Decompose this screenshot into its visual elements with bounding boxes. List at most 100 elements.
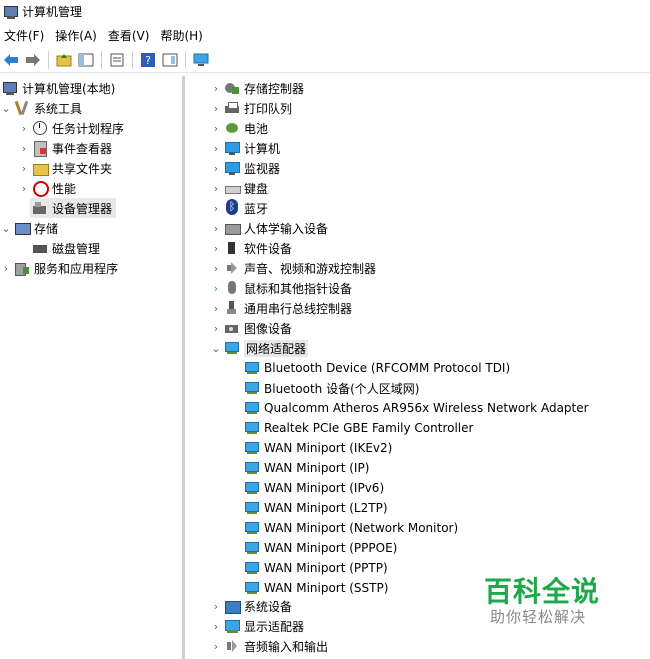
chevron-right-icon[interactable]: › [0, 258, 12, 278]
device-category[interactable]: › 存储控制器 [210, 78, 304, 98]
chevron-right-icon[interactable]: › [210, 78, 222, 98]
network-adapter-item[interactable]: WAN Miniport (Network Monitor) [242, 518, 458, 538]
device-category[interactable]: › 系统设备 [210, 596, 292, 616]
network-adapter-item[interactable]: WAN Miniport (PPPOE) [242, 538, 397, 558]
chevron-right-icon[interactable]: › [18, 158, 30, 178]
chevron-right-icon[interactable]: › [18, 138, 30, 158]
disk-icon [32, 240, 48, 256]
chevron-right-icon[interactable]: › [210, 238, 222, 258]
device-category[interactable]: ›蓝牙 [210, 198, 268, 218]
menu-view[interactable]: 查看(V) [104, 27, 157, 44]
up-folder-icon[interactable] [55, 51, 73, 69]
software-device-icon [224, 240, 240, 256]
network-adapter-item[interactable]: WAN Miniport (IP) [242, 458, 369, 478]
tree-item-event-viewer[interactable]: › 事件查看器 [18, 138, 112, 158]
device-category[interactable]: › 软件设备 [210, 238, 292, 258]
tree-item-storage[interactable]: ⌄ 存储 [0, 218, 58, 238]
network-adapter-item[interactable]: Qualcomm Atheros AR956x Wireless Network… [242, 398, 589, 418]
storage-controller-icon [224, 80, 240, 96]
view-icon[interactable] [161, 51, 179, 69]
title-bar: 计算机管理 [0, 0, 650, 22]
back-arrow-icon[interactable] [2, 51, 20, 69]
network-adapter-item[interactable]: WAN Miniport (IKEv2) [242, 438, 392, 458]
device-category[interactable]: › 电池 [210, 118, 268, 138]
network-adapter-icon [244, 560, 260, 576]
device-category[interactable]: › 打印队列 [210, 98, 292, 118]
menu-help[interactable]: 帮助(H) [156, 27, 209, 44]
tree-item-task-scheduler[interactable]: › 任务计划程序 [18, 118, 124, 138]
tree-item-device-manager[interactable]: 设备管理器 [30, 198, 117, 218]
menu-action[interactable]: 操作(A) [51, 27, 104, 44]
chevron-right-icon[interactable]: › [210, 178, 222, 198]
chevron-right-icon[interactable]: › [210, 138, 222, 158]
chevron-right-icon[interactable]: › [210, 98, 222, 118]
network-adapter-item[interactable]: WAN Miniport (PPTP) [242, 558, 388, 578]
tree-item-performance[interactable]: › 性能 [18, 178, 76, 198]
menu-bar: 文件(F) 操作(A) 查看(V) 帮助(H) [0, 24, 650, 46]
chevron-right-icon[interactable]: › [210, 616, 222, 636]
properties-icon[interactable] [108, 51, 126, 69]
watermark-subtitle: 助你轻松解决 [490, 608, 587, 626]
device-category[interactable]: › 计算机 [210, 138, 280, 158]
network-adapter-item[interactable]: WAN Miniport (IPv6) [242, 478, 384, 498]
chevron-down-icon[interactable]: ⌄ [210, 338, 222, 358]
performance-icon [32, 180, 49, 197]
chevron-right-icon[interactable]: › [210, 158, 222, 178]
network-adapter-item[interactable]: Bluetooth 设备(个人区域网) [242, 378, 419, 398]
chevron-right-icon[interactable]: › [210, 636, 222, 656]
chevron-right-icon[interactable]: › [210, 118, 222, 138]
tree-item-shared-folders[interactable]: › 共享文件夹 [18, 158, 112, 178]
bluetooth-icon [224, 199, 240, 216]
mouse-icon [224, 280, 240, 296]
chevron-right-icon[interactable]: › [210, 258, 222, 278]
window-title: 计算机管理 [22, 4, 83, 19]
tree-item-system-tools[interactable]: ⌄ 系统工具 [0, 98, 82, 118]
device-category[interactable]: › 音频输入和输出 [210, 636, 328, 656]
network-adapter-item[interactable]: Bluetooth Device (RFCOMM Protocol TDI) [242, 358, 510, 378]
keyboard-icon [224, 180, 241, 196]
chevron-down-icon[interactable]: ⌄ [0, 218, 12, 238]
tree-item-computer-management[interactable]: 计算机管理(本地) [0, 78, 115, 98]
toolbar: ? [0, 48, 650, 73]
network-adapter-item[interactable]: WAN Miniport (SSTP) [242, 578, 388, 598]
device-category[interactable]: › 人体学输入设备 [210, 218, 328, 238]
forward-arrow-icon[interactable] [24, 51, 42, 69]
monitor-icon[interactable] [192, 51, 210, 69]
chevron-down-icon[interactable]: ⌄ [0, 98, 12, 118]
watermark-title: 百科全说 [484, 575, 601, 608]
device-category[interactable]: › 显示适配器 [210, 616, 304, 636]
toolbar-separator [48, 51, 49, 69]
chevron-right-icon[interactable]: › [18, 178, 30, 198]
pane-splitter[interactable] [182, 76, 185, 659]
tree-item-disk-management[interactable]: 磁盘管理 [30, 238, 100, 258]
system-device-icon [224, 598, 241, 614]
chevron-right-icon[interactable]: › [210, 278, 222, 298]
network-adapter-icon [244, 580, 260, 596]
chevron-right-icon[interactable]: › [210, 198, 222, 218]
show-tree-icon[interactable] [77, 51, 95, 69]
device-category[interactable]: › 监视器 [210, 158, 280, 178]
computer-icon [224, 140, 240, 156]
audio-io-icon [224, 638, 240, 654]
help-icon[interactable]: ? [139, 51, 157, 69]
chevron-right-icon[interactable]: › [210, 596, 222, 616]
device-category[interactable]: › 鼠标和其他指针设备 [210, 278, 352, 298]
chevron-right-icon[interactable]: › [210, 298, 222, 318]
device-category[interactable]: › 图像设备 [210, 318, 292, 338]
network-adapter-icon [244, 420, 260, 436]
chevron-right-icon[interactable]: › [18, 118, 30, 138]
chevron-right-icon[interactable]: › [210, 218, 222, 238]
device-category-network-adapters[interactable]: ⌄ 网络适配器 [210, 338, 309, 358]
monitor-icon [224, 160, 240, 176]
device-category[interactable]: › 通用串行总线控制器 [210, 298, 352, 318]
network-adapter-icon [244, 520, 260, 536]
network-adapter-item[interactable]: Realtek PCIe GBE Family Controller [242, 418, 473, 438]
device-category[interactable]: › 键盘 [210, 178, 268, 198]
tree-item-services-apps[interactable]: › 服务和应用程序 [0, 258, 118, 278]
speaker-icon [224, 260, 240, 276]
chevron-right-icon[interactable]: › [210, 318, 222, 338]
device-category[interactable]: › 声音、视频和游戏控制器 [210, 258, 376, 278]
menu-file[interactable]: 文件(F) [0, 27, 51, 44]
network-adapter-icon [244, 380, 260, 396]
network-adapter-item[interactable]: WAN Miniport (L2TP) [242, 498, 388, 518]
